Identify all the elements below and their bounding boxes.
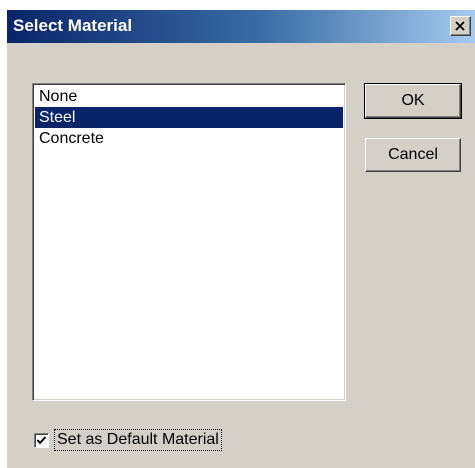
- checkmark-icon: [36, 435, 47, 445]
- close-icon: [455, 21, 465, 31]
- default-material-label[interactable]: Set as Default Material: [54, 429, 222, 451]
- list-item-steel[interactable]: Steel: [35, 107, 343, 128]
- close-button[interactable]: [450, 16, 471, 36]
- ok-button[interactable]: OK: [364, 83, 462, 119]
- list-item-none[interactable]: None: [35, 86, 343, 107]
- select-material-dialog: Select Material None Steel Concrete OK C…: [7, 10, 475, 468]
- default-material-option[interactable]: Set as Default Material: [34, 428, 222, 452]
- material-listbox[interactable]: None Steel Concrete: [32, 83, 346, 401]
- title-bar[interactable]: Select Material: [7, 10, 475, 43]
- list-item-concrete[interactable]: Concrete: [35, 128, 343, 149]
- dialog-title: Select Material: [13, 16, 133, 35]
- cancel-button[interactable]: Cancel: [365, 138, 461, 172]
- default-material-checkbox[interactable]: [34, 432, 49, 448]
